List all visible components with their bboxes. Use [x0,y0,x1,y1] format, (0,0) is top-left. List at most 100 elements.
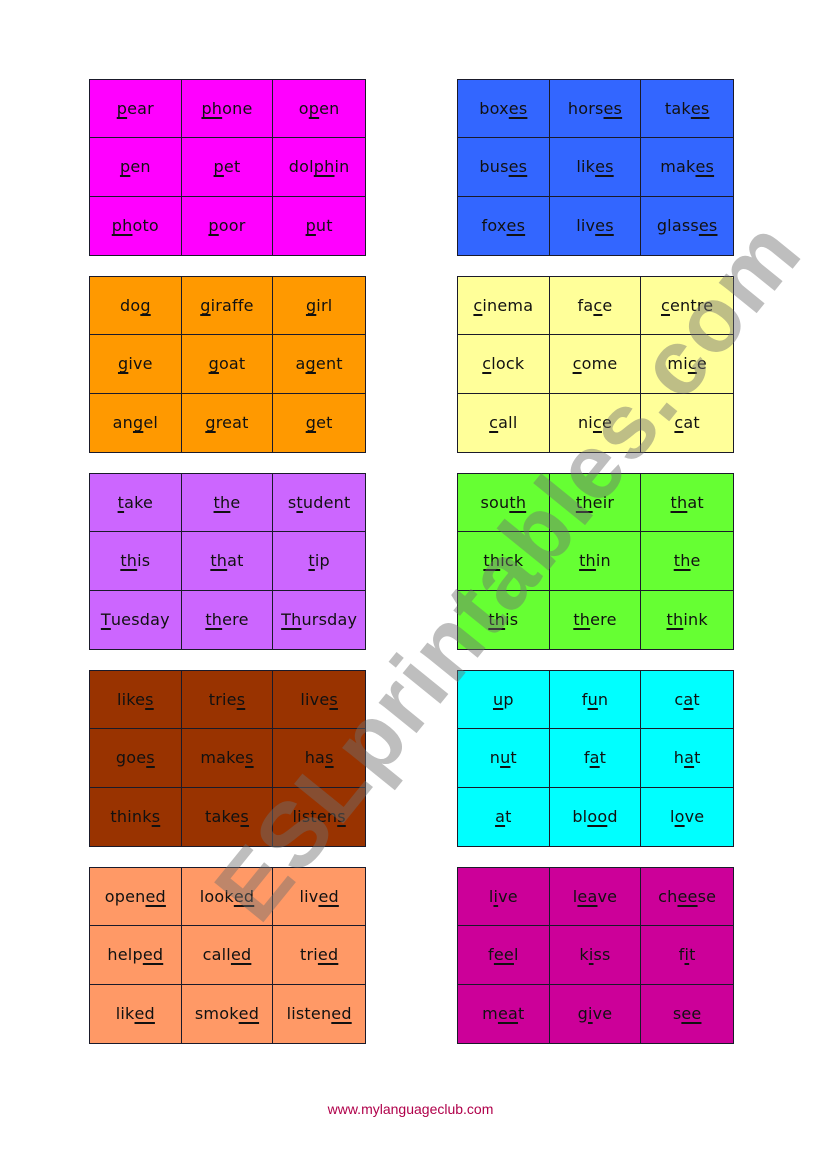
underlined-sound: s [245,748,254,768]
underlined-sound: ea [577,887,598,907]
word-prefix: s [287,493,297,513]
word-card: glass es [641,197,733,255]
underlined-sound: c [687,354,697,374]
word-card: hat [641,729,733,788]
word-suffix: ere [222,610,249,630]
underlined-sound: T [100,610,111,630]
underlined-sound: ph [313,157,335,177]
word-prefix: tak [664,99,691,119]
word-suffix: se [697,887,717,907]
underlined-sound: es [603,99,623,119]
word-prefix: hors [567,99,604,119]
word-card: takes [641,80,733,139]
word-prefix: bus [479,157,509,177]
word-card: c lock [458,335,550,394]
underlined-sound: p [208,216,219,236]
footer-url: www.mylanguageclub.com [327,1101,494,1117]
word-suffix: t [694,748,701,768]
word-suffix: ick [500,551,524,571]
underlined-sound: th [573,610,591,630]
underlined-sound: ea [497,1004,519,1024]
word-prefix: s [672,1004,682,1024]
underlined-sound: o [674,807,685,827]
word-suffix: is [505,610,519,630]
word-card: listen s [273,788,365,846]
word-suffix: ere [590,610,617,630]
word-suffix: one [222,99,253,119]
word-suffix: t [510,748,517,768]
word-suffix: eir [592,493,615,513]
underlined-sound: ed [142,945,164,965]
underlined-sound: s [337,807,346,827]
underlined-sound: u [587,690,598,710]
underlined-sound: c [572,354,582,374]
word-card: goe s [90,729,182,788]
word-card: likes [90,671,182,730]
underlined-sound: c [489,413,499,433]
word-prefix: listen [292,807,338,827]
word-suffix: ve [498,887,518,907]
underlined-sound: u [500,748,511,768]
word-card: s ee [641,985,733,1043]
word-card: tri ed [273,926,365,985]
word-suffix: ve [592,1004,613,1024]
underlined-sound: c [674,413,684,433]
word-prefix: mi [667,354,688,374]
underlined-sound: th [213,493,231,513]
word-prefix: c [674,690,684,710]
word-card: hors es [549,80,642,139]
word-card: fit [641,926,733,985]
word-suffix: udent [302,493,351,513]
word-prefix: fox [481,216,507,236]
word-suffix: n [597,690,609,710]
word-card: mi c e [641,335,733,394]
word-grid-th-sounds: sou th th eir th at th ick th in th e th is th ere th ink [457,473,734,650]
word-card: ni c e [550,393,642,452]
word-grid-short-vowels: u p f u n c a t n u t f a t h a t a t bl oo d l o ve [457,670,734,847]
word-suffix: uesday [110,610,170,630]
word-card: ha s [273,729,365,788]
word-suffix: at [687,493,704,513]
underlined-sound: th [509,493,527,513]
underlined-sound: es [690,99,710,119]
word-prefix: take [205,807,241,827]
underlined-sound: ed [318,887,339,907]
underlined-sound: th [666,610,684,630]
word-suffix: lock [491,354,525,374]
word-prefix: ha [304,748,326,768]
word-suffix: at [683,413,700,433]
word-suffix: inema [482,296,534,316]
word-suffix: all [498,413,518,433]
word-card: bl oo d [550,787,642,846]
underlined-sound: g [205,413,216,433]
word-grid-c-sounds: c inema fa c e c entre c lock c ome mi c e c all ni c e c at [457,276,734,453]
word-card: g iraffe [181,277,274,336]
word-suffix: oto [132,216,159,236]
word-card: o p en [273,80,365,139]
underlined-sound: th [579,551,596,571]
underlined-sound: p [116,99,128,119]
word-card: g et [273,394,365,452]
underlined-sound: g [208,354,219,374]
word-prefix: n [489,748,501,768]
word-grid-g-sounds: do g g iraffe g irl g ive g oat a g ent an g el g reat g et [89,276,366,453]
word-suffix: ome [581,354,618,374]
word-suffix: l [513,945,519,965]
underlined-sound: c [660,296,670,316]
underlined-sound: th [205,610,223,630]
word-suffix: ive [128,354,153,374]
word-prefix: liv [576,216,596,236]
word-card: th in [549,532,642,591]
word-prefix: h [673,748,685,768]
underlined-sound: es [695,157,715,177]
underlined-sound: c [473,296,483,316]
word-prefix: tri [300,945,318,965]
word-card: fun [549,671,642,730]
word-prefix: ch [658,887,678,907]
word-card: ch ee se [641,868,733,927]
word-suffix: et [223,157,241,177]
word-card: makes [641,138,733,197]
underlined-sound: th [488,610,506,630]
underlined-sound: ed [233,887,255,907]
word-suffix: et [316,413,333,433]
